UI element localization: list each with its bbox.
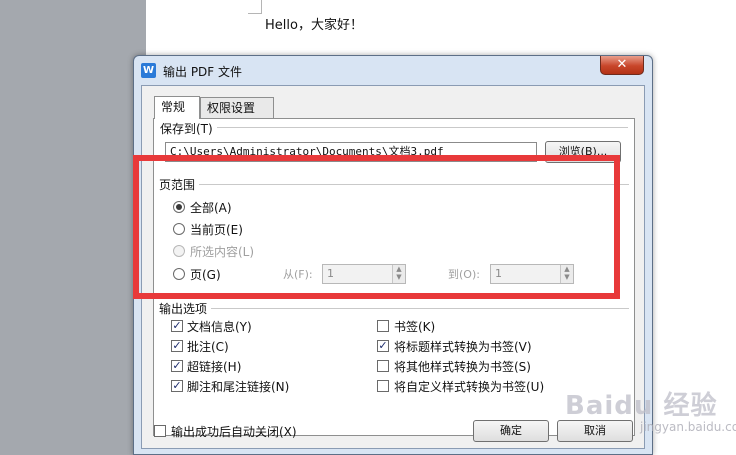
wps-app-icon: W — [141, 63, 156, 78]
paragraph-corner-mark — [248, 0, 262, 14]
cancel-button[interactable]: 取消 — [557, 420, 633, 442]
other-style-bookmarks-label[interactable]: 将其他样式转换为书签(S) — [394, 358, 531, 375]
footnote-links-checkbox[interactable]: ✓ — [171, 380, 183, 392]
to-page-value: 1 — [495, 267, 502, 280]
document-gutter — [0, 0, 146, 455]
range-pages-label[interactable]: 页(G) — [190, 266, 221, 283]
spinner-arrows-icon: ▲ ▼ — [560, 265, 573, 283]
output-options-group-label: 输出选项 — [159, 300, 212, 317]
hyperlinks-checkbox[interactable]: ✓ — [171, 360, 183, 372]
to-label: 到(O): — [448, 268, 480, 281]
from-page-spinner: 1 ▲ ▼ — [322, 264, 406, 284]
range-selection-radio — [173, 245, 185, 257]
range-selection-label: 所选内容(L) — [190, 245, 255, 259]
range-all-radio[interactable] — [173, 201, 185, 213]
browse-button[interactable]: 浏览(B)... — [545, 141, 621, 163]
comments-checkbox[interactable]: ✓ — [171, 340, 183, 352]
heading-bookmarks-label[interactable]: 将标题样式转换为书签(V) — [394, 338, 532, 355]
footnote-links-label[interactable]: 脚注和尾注链接(N) — [187, 378, 289, 395]
auto-close-label[interactable]: 输出成功后自动关闭(X) — [171, 423, 297, 440]
dialog-titlebar[interactable]: W 输出 PDF 文件 ✕ — [134, 56, 652, 84]
range-all-label[interactable]: 全部(A) — [190, 199, 232, 216]
bookmarks-label[interactable]: 书签(K) — [394, 318, 435, 335]
doc-info-checkbox[interactable]: ✓ — [171, 320, 183, 332]
save-path-input[interactable]: C:\Users\Administrator\Documents\文档3.pdf — [165, 142, 537, 162]
custom-style-bookmarks-label[interactable]: 将自定义样式转换为书签(U) — [394, 378, 544, 395]
range-current-label[interactable]: 当前页(E) — [190, 221, 243, 238]
baidu-watermark-logo: Baidu 经验 — [565, 391, 718, 421]
tab-permissions[interactable]: 权限设置 — [200, 97, 274, 118]
spinner-arrows-icon: ▲ ▼ — [392, 265, 405, 283]
bookmarks-checkbox[interactable] — [377, 320, 389, 332]
page-range-group-label: 页范围 — [159, 176, 200, 193]
hyperlinks-label[interactable]: 超链接(H) — [187, 358, 241, 375]
save-to-group-line — [160, 127, 628, 128]
from-label: 从(F): — [283, 268, 313, 281]
auto-close-checkbox[interactable] — [154, 425, 166, 437]
doc-info-label[interactable]: 文档信息(Y) — [187, 318, 252, 335]
save-to-group-label: 保存到(T) — [160, 120, 217, 137]
other-style-bookmarks-checkbox[interactable] — [377, 360, 389, 372]
page-range-group-line — [160, 184, 629, 185]
document-body-text[interactable]: Hello，大家好！ — [265, 14, 363, 33]
comments-label[interactable]: 批注(C) — [187, 338, 229, 355]
baidu-watermark-url: jingyan.baidu.com — [640, 420, 736, 434]
output-options-group-line — [160, 308, 629, 309]
dialog-title: 输出 PDF 文件 — [163, 65, 243, 79]
to-page-spinner: 1 ▲ ▼ — [490, 264, 574, 284]
close-button[interactable]: ✕ — [600, 56, 644, 75]
ok-button[interactable]: 确定 — [473, 420, 549, 442]
from-page-value: 1 — [327, 267, 334, 280]
heading-bookmarks-checkbox[interactable]: ✓ — [377, 340, 389, 352]
tab-general[interactable]: 常规 — [154, 96, 200, 119]
close-icon: ✕ — [616, 57, 628, 72]
range-pages-radio[interactable] — [173, 268, 185, 280]
range-current-radio[interactable] — [173, 223, 185, 235]
custom-style-bookmarks-checkbox[interactable] — [377, 380, 389, 392]
